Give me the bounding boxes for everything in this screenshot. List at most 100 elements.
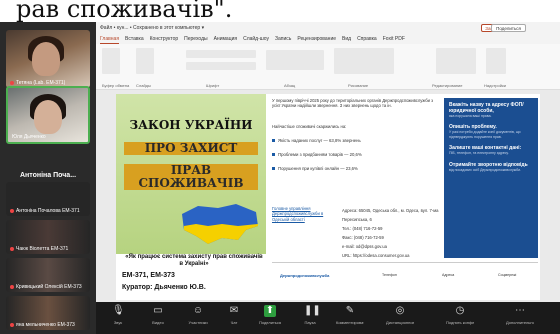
ribbon-group-label: Рисование [348,83,369,88]
mic-button[interactable]: 🎙 Звук [104,305,132,325]
ribbon-group-label: Редактирование [432,83,463,88]
contact-line: Адреса: 65045, Одеська обл., м. Одеса, в… [342,208,439,222]
slide: ЗАКОН УКРАЇНИ ПРО ЗАХИСТ ПРАВ СПОЖИВАЧІВ… [116,94,540,300]
ribbon-group-label: Слайды [136,83,151,88]
participant-tile[interactable]: Антоніна Почалова ЕМ-371 [6,182,90,216]
stat-bullet: Якість наданих послуг — 63,8% звернень [272,138,361,143]
stat-bullet: Порушення при купівлі онлайн — 23,6% [272,166,358,171]
paragraph-buttons[interactable] [266,50,324,70]
participant-video-tile[interactable]: Тетяна (Lab. ЕМ-371) [6,30,90,88]
ribbon-group-label: Надстройки [484,83,506,88]
ribbon-tab[interactable]: Рецензирование [297,34,336,44]
participant-face [32,42,60,76]
slide-footer: Держпродспоживслужба Телефон Адреса Соцм… [272,262,538,296]
contact-line: Факс: (048) 716-72-59 [342,235,384,240]
ribbon-tab[interactable]: Вид [342,34,351,44]
conference-icon: ◷ [455,305,465,316]
participant-name: Юля Дьяченко [12,134,46,140]
mic-muted-icon [10,322,14,327]
font-select[interactable] [186,50,256,58]
ribbon-tab[interactable]: Запись [275,34,291,44]
share-screen-icon: ⬆ [264,305,276,317]
law-subtitle-1: ПРО ЗАХИСТ [124,142,258,155]
participant-tile[interactable]: Кривицький Олексій ЕМ-373 [6,258,90,292]
drawing-buttons[interactable] [334,48,394,74]
remote-control-icon: ◎ [395,305,405,316]
ribbon-tabs: Главная Вставка Конструктор Переходы Анимаци… [96,34,560,44]
ribbon-tab[interactable]: Справка [357,34,377,44]
footer-item: Адреса [442,273,455,277]
ribbon-group-label: Абзац [284,83,296,88]
contact-line: Тел.: (048) 716-72-59 [342,226,383,231]
mic-muted-icon [10,246,14,251]
paste-button[interactable] [102,48,120,74]
remote-control-button[interactable]: ◎ Дистанционное управление [386,305,414,325]
complaint-steps-panel: Вкажіть назву та адресу ФОП/юридичної ос… [444,98,538,258]
step-text: яка порушила ваші права. [449,114,492,118]
annotate-icon: ✎ [345,305,355,316]
step-heading: Вкажіть назву та адресу ФОП/юридичної ос… [449,102,524,114]
share-button[interactable]: Поделиться [491,24,526,32]
poster-groups: ЕМ-371, ЕМ-373 [122,272,175,279]
ribbon-tab[interactable]: Слайд-шоу [243,34,269,44]
top-caption: рав споживачів". [0,0,560,22]
ribbon-tab[interactable]: Вставка [125,34,144,44]
office-link[interactable]: Головне управління Держпродспоживслужби … [272,206,336,222]
more-button[interactable]: ⋯ Дополнительно [506,305,534,325]
meeting-toolbar: 🎙 Звук ▭ Видео ☺ Участники ✉ Чат ⬆ Поделиться ❚❚ Па… [96,302,560,334]
law-subtitle-2: ПРАВ СПОЖИВАЧІВ [124,164,258,190]
ribbon: Буфер обмена Слайды Шрифт Абзац Рисовани… [96,44,560,90]
conference-button[interactable]: ◷ Поднять конференцию [446,305,474,325]
poster-curator: Куратор: Дьяченко Ю.В. [122,284,206,291]
contact-line: e-mail: od@dpss.gov.ua [342,244,387,249]
poster-quote: «Як працює система захисту прав споживач… [125,254,263,267]
ribbon-tab[interactable]: Главная [100,34,120,44]
contacts-block: Адреса: 65045, Одеська обл., м. Одеса, в… [342,206,442,260]
toolbar-label: Звук [113,320,123,325]
chat-button[interactable]: ✉ Чат [220,305,248,325]
participant-name: Чаюк Віолетта ЕМ-371 [10,246,68,252]
mic-icon: 🎙 [112,305,125,316]
participant-tile[interactable]: Чаюк Віолетта ЕМ-371 [6,220,90,254]
camera-button[interactable]: ▭ Видео [144,305,172,325]
toolbar-label: Дистанционное управление [386,320,414,325]
participant-name: яна мельниченко ЕМ-373 [10,322,75,328]
font-format-buttons[interactable] [186,62,256,70]
toolbar-label: Участники [188,320,208,325]
contact-line: URL: https://odesa.consumer.gov.ua [342,253,410,258]
shared-screen: Файл • кун... • Сохранено в этот компьют… [96,22,560,302]
ukraine-map-icon [182,204,258,244]
addins-button[interactable] [486,48,506,74]
participants-icon: ☺ [192,305,204,316]
info-subheading: Найчастіше споживачі скаржились на: [272,124,347,129]
pause-button[interactable]: ❚❚ Пауза [296,305,324,325]
participants-button[interactable]: ☺ Участники [184,305,212,325]
toolbar-label: Поделиться [258,320,282,325]
step-text: У разі потреби додайте копії документів,… [449,130,521,139]
participant-name: Антоніна Почалова ЕМ-371 [10,208,80,214]
footer-item: Соцмережі [498,273,517,277]
annotate-button[interactable]: ✎ Комментировать [336,305,364,325]
editing-buttons[interactable] [436,48,476,74]
toolbar-label: Пауза [304,320,316,325]
share-screen-button[interactable]: ⬆ Поделиться [256,305,284,325]
step-text: ПІБ, телефон, та електронну адресу. [449,151,509,156]
participant-name: Кривицький Олексій ЕМ-373 [10,284,82,290]
participant-tile[interactable]: яна мельниченко ЕМ-373 [6,296,90,330]
participant-face [34,100,62,134]
info-intro: У першому півріччі 2025 року до територі… [272,98,434,109]
ribbon-tab[interactable]: Анимация [214,34,237,44]
ribbon-tab[interactable]: Конструктор [150,34,179,44]
active-speaker-tile[interactable]: Юля Дьяченко [6,86,90,144]
step-text: від посадових осіб Держпродспоживслужби. [449,167,522,172]
toolbar-label: Чат [230,320,238,325]
toolbar-label: Комментировать [336,320,364,325]
ribbon-group-label: Буфер обмена [102,83,130,88]
participant-big-name: Антоніна Поча... [19,172,77,179]
new-slide-button[interactable] [136,48,154,74]
footer-item: Телефон [382,273,397,277]
ribbon-tab[interactable]: Переходы [184,34,207,44]
ribbon-tab[interactable]: Foxit PDF [383,34,405,44]
step-heading: Отримайте зворотню відповідь [449,161,528,168]
mic-muted-icon [10,284,14,289]
